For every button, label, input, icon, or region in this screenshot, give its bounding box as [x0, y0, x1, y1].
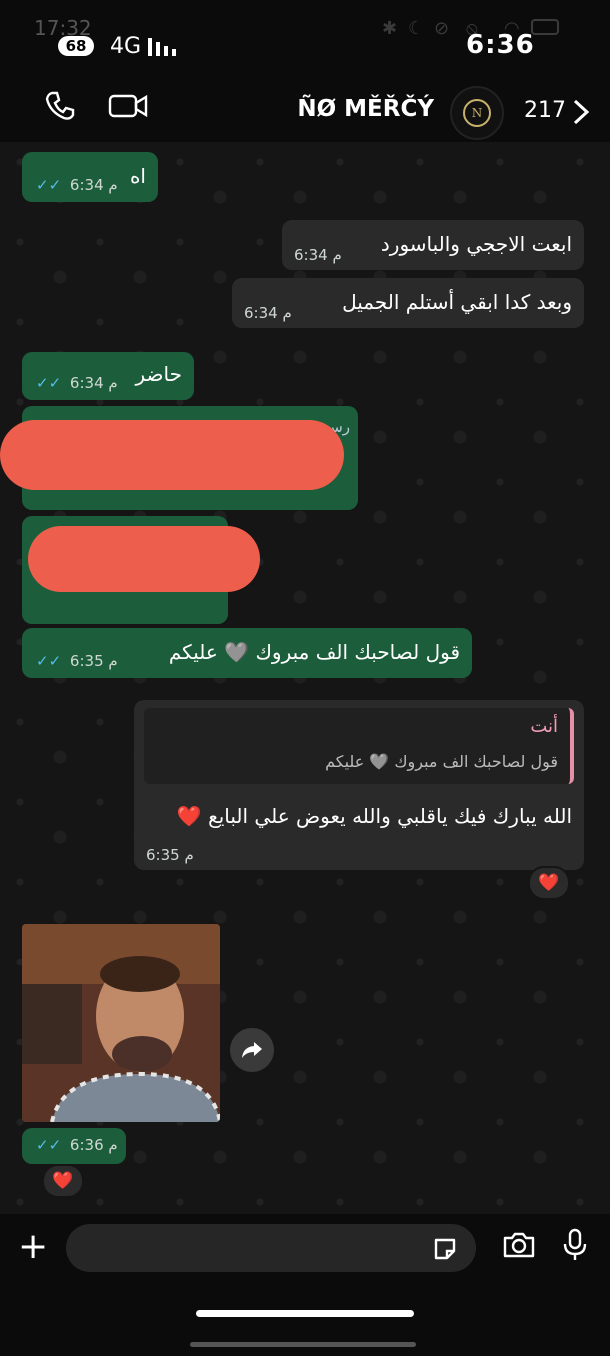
battery-level: 68 — [58, 36, 94, 56]
message-text: حاضر — [135, 362, 182, 386]
message-bubble-out[interactable]: قول لصاحبك الف مبروك 🩶 عليكم ✓✓ 6:35 م — [22, 628, 472, 678]
redaction-mark — [28, 526, 260, 592]
message-text: الله يبارك فيك ياقلبي والله يعوض علي الب… — [176, 804, 572, 828]
message-time: ✓✓ 6:35 م — [36, 652, 118, 670]
read-receipt-icon: ✓✓ — [36, 374, 66, 392]
forward-button[interactable] — [230, 1028, 274, 1072]
signal-icon — [148, 38, 176, 56]
moon-icon: ☾ — [408, 18, 424, 39]
quote-text: قول لصاحبك الف مبروك 🩶 عليكم — [325, 752, 558, 771]
bluetooth-icon: ✱ — [382, 18, 397, 39]
mute-icon: ⊘ — [434, 18, 449, 39]
sticker-icon[interactable] — [432, 1236, 458, 1262]
clock: 6:36 — [466, 30, 535, 60]
home-indicator[interactable] — [196, 1310, 414, 1317]
message-time: 6:34 م — [244, 304, 292, 322]
attach-button[interactable]: + — [18, 1229, 48, 1265]
message-time: 6:34 م — [294, 246, 342, 264]
system-nav-handle — [190, 1342, 416, 1347]
message-time: ✓✓ 6:36 م — [36, 1136, 118, 1154]
read-receipt-icon: ✓✓ — [36, 652, 66, 670]
camera-icon[interactable] — [502, 1230, 536, 1260]
redaction-mark — [0, 420, 344, 490]
phone-call-icon[interactable] — [44, 90, 76, 122]
message-time: ✓✓ 6:34 م — [36, 176, 118, 194]
avatar[interactable]: N — [450, 86, 504, 140]
message-time: 6:35 م — [146, 846, 194, 864]
photo-image — [22, 924, 220, 1122]
network-type: 4G — [110, 34, 142, 59]
photo-message[interactable] — [22, 924, 220, 1122]
message-text: ابعت الاججي والباسورد — [380, 232, 572, 256]
chevron-right-icon[interactable] — [570, 98, 592, 126]
message-text: قول لصاحبك الف مبروك 🩶 عليكم — [168, 640, 460, 664]
message-text: وبعد كدا ابقي أستلم الجميل — [342, 290, 572, 314]
message-reaction[interactable]: ❤️ — [42, 1164, 84, 1198]
chat-area[interactable]: اه ✓✓ 6:34 م ابعت الاججي والباسورد 6:34 … — [0, 142, 610, 1214]
photo-meta: ✓✓ 6:36 م — [22, 1128, 126, 1164]
quote-author: أنت — [530, 716, 558, 737]
message-bubble-in[interactable]: وبعد كدا ابقي أستلم الجميل 6:34 م — [232, 278, 584, 328]
message-bubble-in-reply[interactable]: أنت قول لصاحبك الف مبروك 🩶 عليكم الله يب… — [134, 700, 584, 870]
message-reaction[interactable]: ❤️ — [528, 866, 570, 900]
status-bar: 17:32 68 4G ✱ ☾ ⊘ ⦸ ◠ 6:36 — [0, 0, 610, 80]
message-text: اه — [129, 164, 146, 188]
message-time: ✓✓ 6:34 م — [36, 374, 118, 392]
message-input[interactable] — [66, 1224, 476, 1272]
video-call-icon[interactable] — [108, 90, 148, 122]
quoted-message[interactable]: أنت قول لصاحبك الف مبروك 🩶 عليكم — [144, 708, 574, 784]
forward-icon — [242, 1042, 262, 1058]
chat-header: ÑØ MĚŘČÝ N 217 — [0, 80, 610, 142]
message-bubble-out[interactable]: اه ✓✓ 6:34 م — [22, 152, 158, 202]
message-bubble-out[interactable]: حاضر ✓✓ 6:34 م — [22, 352, 194, 400]
avatar-logo: N — [463, 99, 491, 127]
message-bubble-in[interactable]: ابعت الاججي والباسورد 6:34 م — [282, 220, 584, 270]
read-receipt-icon: ✓✓ — [36, 176, 66, 194]
microphone-icon[interactable] — [562, 1228, 588, 1262]
unread-count[interactable]: 217 — [524, 98, 566, 123]
contact-name[interactable]: ÑØ MĚŘČÝ — [297, 96, 434, 122]
composer-bar: + — [0, 1214, 610, 1284]
read-receipt-icon: ✓✓ — [36, 1136, 66, 1154]
